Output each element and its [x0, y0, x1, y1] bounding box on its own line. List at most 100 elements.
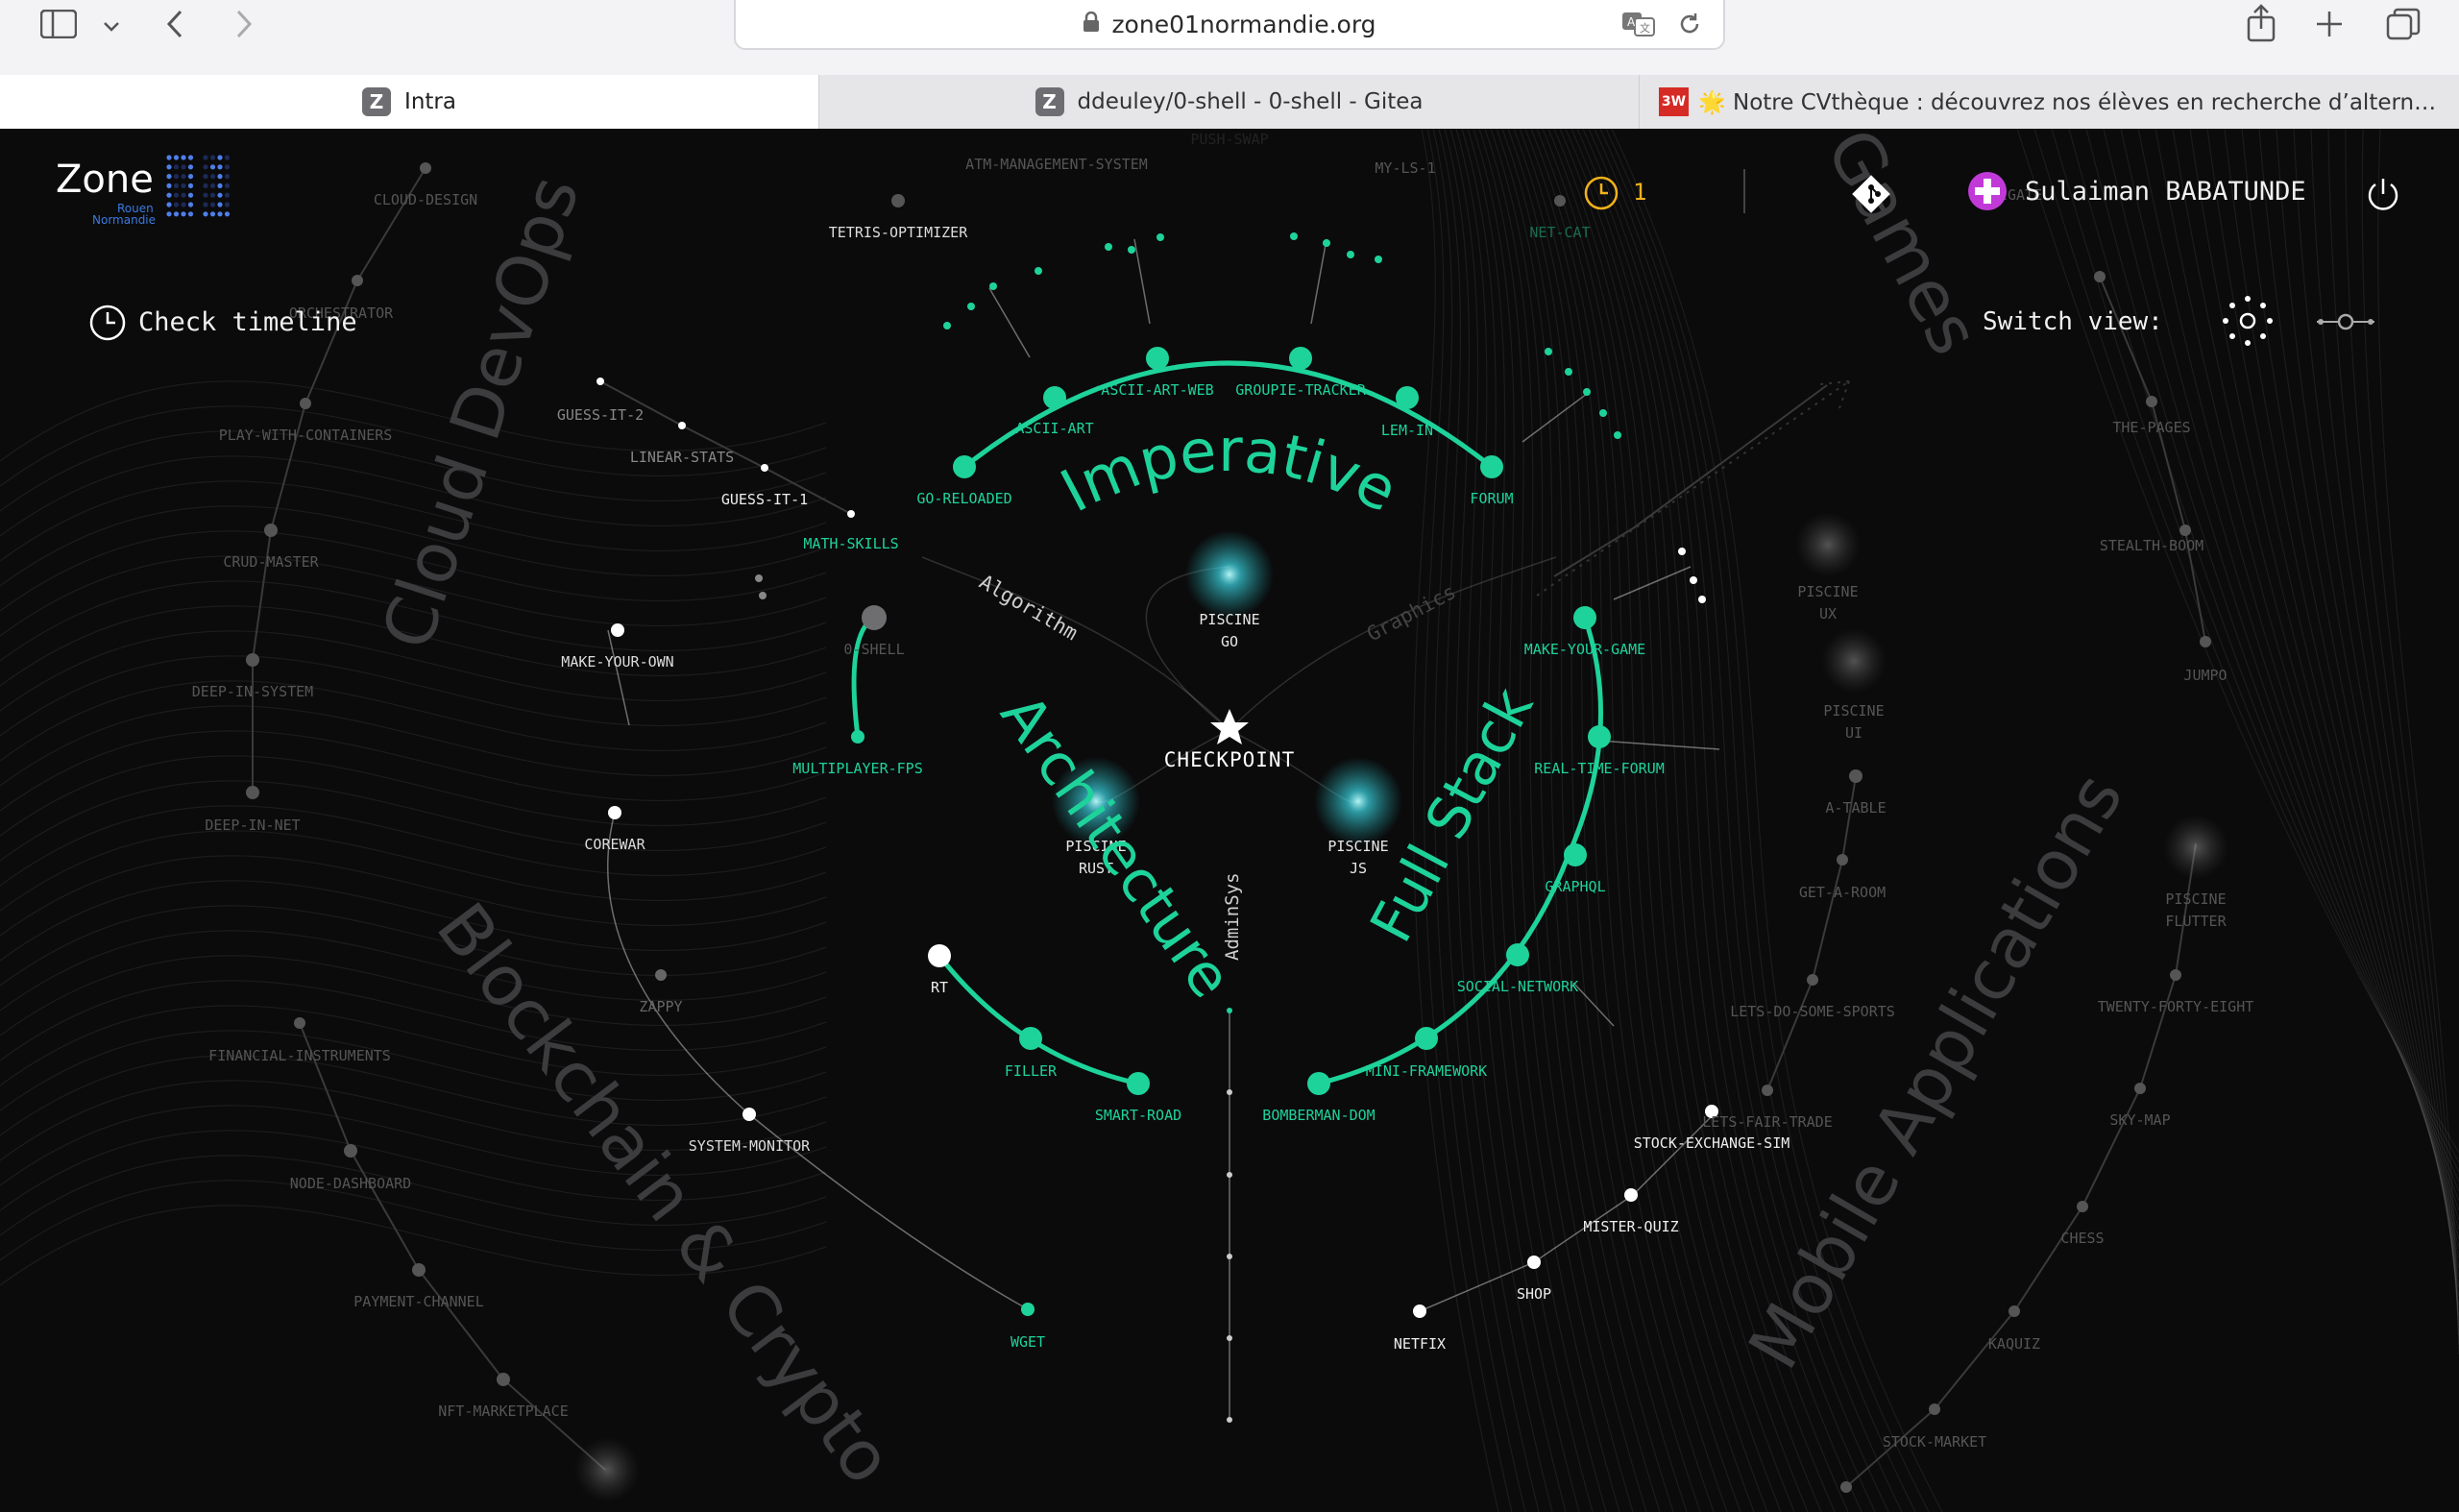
project-node[interactable] [1127, 1072, 1150, 1095]
project-label: NETFIX [1394, 1335, 1446, 1353]
notification-count: 1 [1633, 179, 1647, 206]
small-dot [1128, 246, 1135, 254]
logo-dot [187, 202, 194, 207]
project-node[interactable] [655, 969, 667, 981]
small-dot [1105, 243, 1112, 251]
project-node[interactable] [1506, 943, 1529, 966]
project-node[interactable] [1396, 386, 1419, 409]
logo-dot [166, 183, 172, 188]
piscine-label: PISCINE [1199, 611, 1259, 628]
project-node [1840, 1481, 1852, 1493]
logo-dot [166, 211, 172, 217]
3w-favicon: 3W [1659, 87, 1690, 116]
tab-label: ddeuley/0-shell - 0-shell - Gitea [1077, 89, 1424, 114]
chevron-down-icon[interactable] [102, 13, 121, 42]
project-label: SMART-ROAD [1095, 1107, 1181, 1124]
project-node[interactable] [928, 944, 951, 967]
project-node[interactable] [611, 623, 624, 637]
project-label: MATH-SKILLS [803, 535, 898, 552]
skill-map[interactable]: Cloud DevOps Blockchain & Crypto Mobile … [0, 129, 2459, 1512]
contour-line [0, 1005, 827, 1086]
translate-icon[interactable]: A文 [1621, 12, 1656, 42]
project-node[interactable] [1573, 606, 1596, 629]
project-node [1807, 974, 1818, 986]
back-icon[interactable] [163, 8, 186, 46]
check-timeline-label: Check timeline [138, 307, 357, 337]
small-dot [1156, 233, 1164, 241]
project-label: RT [931, 979, 948, 996]
small-dot [1614, 431, 1621, 439]
project-label: 0-SHELL [843, 641, 904, 658]
project-node[interactable] [1527, 1256, 1541, 1269]
project-node[interactable] [743, 1108, 756, 1121]
tab-cvtheque[interactable]: 3W 🌟 Notre CVthèque : découvrez nos élèv… [1639, 75, 2459, 129]
checkpoint-star-icon[interactable] [1210, 709, 1249, 744]
project-node [2134, 1083, 2146, 1094]
new-tab-icon[interactable] [2315, 10, 2344, 44]
project-node[interactable] [1019, 1027, 1042, 1050]
reload-icon[interactable] [1677, 12, 1702, 42]
sidebar-icon[interactable] [39, 9, 78, 44]
project-label: FILLER [1005, 1062, 1058, 1080]
small-dot [1347, 251, 1354, 258]
adminsys-dot [1227, 1417, 1232, 1423]
project-node[interactable] [1289, 347, 1312, 370]
project-label: SKY-MAP [2109, 1111, 2170, 1129]
project-label: COREWAR [584, 836, 645, 853]
project-label: STOCK-MARKET [1883, 1433, 1986, 1451]
project-label: TETRIS-OPTIMIZER [829, 224, 968, 241]
logo-dot [217, 174, 223, 180]
project-node[interactable] [1413, 1305, 1426, 1318]
small-dot [1545, 348, 1552, 355]
project-node [264, 524, 278, 537]
zone01-logo[interactable]: Zone Rouen Normandie [54, 154, 236, 227]
project-node[interactable] [862, 605, 887, 630]
project-node[interactable] [761, 464, 768, 472]
project-node[interactable] [1146, 347, 1169, 370]
project-node[interactable] [1415, 1027, 1438, 1050]
project-node[interactable] [608, 806, 621, 819]
contour-line [0, 930, 827, 1012]
project-node[interactable] [596, 378, 604, 385]
tab-overview-icon[interactable] [2386, 8, 2421, 46]
project-node[interactable] [1043, 386, 1066, 409]
project-node[interactable] [1307, 1072, 1330, 1095]
logo-dot [203, 164, 208, 170]
forward-icon[interactable] [232, 8, 256, 46]
logo-dot [173, 211, 180, 217]
branch-text-path: Imperative [1050, 415, 1408, 526]
project-node[interactable] [1021, 1303, 1035, 1316]
project-node [1554, 195, 1566, 207]
tab-gitea[interactable]: Z ddeuley/0-shell - 0-shell - Gitea [818, 75, 1639, 129]
project-node[interactable] [953, 455, 976, 478]
project-label: ZAPPY [639, 998, 682, 1015]
project-node [2146, 396, 2157, 407]
logo-dot [203, 155, 208, 160]
logo-dot [209, 211, 216, 217]
address-bar[interactable]: zone01normandie.org A文 [734, 0, 1725, 50]
clock-icon [1584, 176, 1619, 210]
logo-dot [166, 202, 172, 207]
logo-dot [217, 164, 223, 170]
contour-line [0, 855, 827, 937]
project-node[interactable] [1588, 725, 1611, 748]
clock-icon [89, 305, 126, 341]
small-dot [1599, 409, 1607, 417]
tab-intra[interactable]: Z Intra [0, 75, 818, 129]
project-node[interactable] [1564, 843, 1587, 866]
project-label: PISCINE [1823, 702, 1884, 719]
project-node[interactable] [847, 510, 855, 518]
share-icon[interactable] [2246, 4, 2276, 48]
project-node[interactable] [851, 730, 864, 744]
project-node [344, 1144, 357, 1158]
project-node [2170, 969, 2181, 981]
project-node[interactable] [678, 422, 686, 429]
contour-line [0, 730, 827, 812]
tab-label: 🌟 Notre CVthèque : découvrez nos élèves … [1698, 89, 2440, 115]
logo-dot [203, 211, 208, 217]
project-label: PISCINE [2165, 890, 2226, 908]
logo-dot [187, 174, 194, 180]
project-node[interactable] [1624, 1188, 1638, 1202]
logo-dot [217, 183, 223, 188]
project-node[interactable] [1480, 455, 1503, 478]
